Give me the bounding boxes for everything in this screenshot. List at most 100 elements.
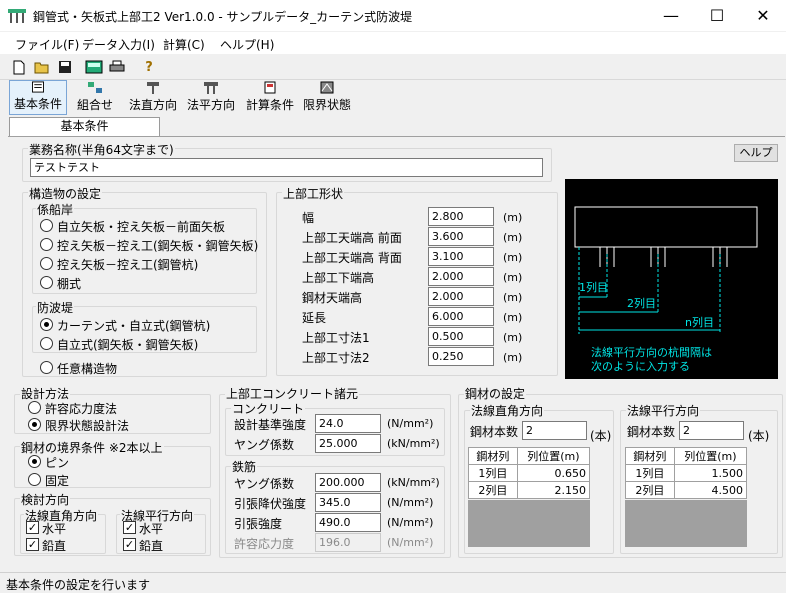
shape-dim1-input[interactable]: 0.500: [428, 327, 494, 346]
table-row[interactable]: 2列目 2.150: [468, 481, 591, 499]
close-button[interactable]: ✕: [740, 0, 786, 31]
table-row[interactable]: 1列目 1.500: [625, 464, 748, 482]
shape-bottom-input[interactable]: 2.000: [428, 267, 494, 286]
basic-conditions-button[interactable]: 基本条件: [9, 80, 67, 115]
shape-dim1-label: 上部工寸法1: [302, 331, 370, 345]
mooring-option-4-radio[interactable]: [40, 276, 53, 289]
pin-radio[interactable]: [28, 455, 41, 468]
standard-toolbar: ?: [0, 55, 786, 80]
window-title: 鋼管式・矢板式上部工2 Ver1.0.0 - サンプルデータ_カーテン式防波堤: [33, 10, 413, 24]
steel-normal-row2-pos[interactable]: 2.150: [516, 481, 591, 499]
save-disk-icon[interactable]: [56, 58, 74, 76]
calc-conditions-icon: [264, 81, 276, 94]
design-strength-input[interactable]: 24.0: [315, 414, 381, 433]
mooring-option-2-radio[interactable]: [40, 238, 53, 251]
parallel-horizontal-checkbox[interactable]: ✓: [123, 521, 136, 534]
yield-strength-label: 引張降伏強度: [234, 497, 307, 511]
shape-length-input[interactable]: 6.000: [428, 307, 494, 326]
help-button[interactable]: ヘルプ: [734, 144, 778, 162]
mooring-option-3-radio[interactable]: [40, 257, 53, 270]
maximize-button[interactable]: ☐: [694, 0, 740, 31]
yield-strength-input[interactable]: 345.0: [315, 493, 381, 512]
close-icon: ✕: [756, 6, 770, 25]
steel-normal-row1-pos[interactable]: 0.650: [516, 464, 591, 482]
pile-spacing-diagram: 1列目 2列目 n列目 法線平行方向の杭間隔は 次のように入力する: [565, 179, 778, 379]
shape-top-front-input[interactable]: 3.600: [428, 227, 494, 246]
shape-width-input[interactable]: 2.800: [428, 207, 494, 226]
menu-bar: ファイル(F) データ入力(I) 計算(C) ヘルプ(H): [0, 32, 786, 54]
boundary-label: 鋼材の境界条件 ※2本以上: [20, 439, 164, 456]
rebar-young-label: ヤング係数: [234, 477, 295, 491]
normal-horizontal-label: 水平: [42, 522, 67, 536]
table-row[interactable]: 1列目 0.650: [468, 464, 591, 482]
tab-basic-conditions[interactable]: 基本条件: [9, 117, 160, 136]
limit-state-button[interactable]: 限界状態: [301, 80, 353, 115]
allowable-stress-field-label: 許容応力度: [234, 537, 295, 551]
steel-parallel-row2-pos[interactable]: 4.500: [673, 481, 748, 499]
other-structure-radio[interactable]: [40, 361, 53, 374]
breakwater-option-1-radio[interactable]: [40, 318, 53, 331]
breakwater-option-2-radio[interactable]: [40, 337, 53, 350]
diagram-label-rown: n列目: [685, 315, 714, 329]
shape-bottom-label: 上部工下端高: [302, 271, 375, 285]
print-icon[interactable]: [108, 58, 126, 76]
open-folder-icon[interactable]: [33, 58, 51, 76]
steel-parallel-count-label: 鋼材本数: [627, 425, 676, 439]
steel-parallel-label: 法線平行方向: [626, 402, 701, 419]
normal-direction-button[interactable]: 法直方向: [127, 80, 179, 115]
shape-dim2-input[interactable]: 0.250: [428, 347, 494, 366]
diagram-drawing: 1列目 2列目 n列目 法線平行方向の杭間隔は 次のように入力する: [574, 206, 758, 373]
limit-state-radio[interactable]: [28, 418, 41, 431]
shape-top-back-input[interactable]: 3.100: [428, 247, 494, 266]
rebar-young-input[interactable]: 200.000: [315, 473, 381, 492]
shape-steel-top-label: 鋼材天端高: [302, 291, 363, 305]
steel-normal-count-unit: (本): [590, 429, 612, 443]
review-label: 検討方向: [20, 491, 71, 508]
combination-button[interactable]: 組合せ: [74, 80, 116, 115]
normal-vertical-label: 鉛直: [42, 539, 67, 553]
steel-parallel-row1-pos[interactable]: 1.500: [673, 464, 748, 482]
mooring-option-1-radio[interactable]: [40, 219, 53, 232]
steel-parallel-col-header: 鋼材列: [625, 447, 675, 465]
parallel-direction-button[interactable]: 法平方向: [185, 80, 237, 115]
shape-bottom-unit: (m): [503, 271, 523, 284]
fixed-radio[interactable]: [28, 473, 41, 486]
shape-steel-top-input[interactable]: 2.000: [428, 287, 494, 306]
limit-state-label: 限界状態設計法: [45, 419, 130, 433]
table-row[interactable]: 2列目 4.500: [625, 481, 748, 499]
new-file-icon[interactable]: [10, 58, 28, 76]
normal-vertical-checkbox[interactable]: ✓: [26, 538, 39, 551]
mooring-option-2: 控え矢板－控え工(鋼矢板・鋼管矢板): [57, 239, 259, 253]
steel-normal-label: 法線直角方向: [470, 402, 545, 419]
calc-conditions-button[interactable]: 計算条件: [244, 80, 296, 115]
menu-file[interactable]: ファイル(F): [15, 36, 79, 53]
concrete-young-input[interactable]: 25.000: [315, 434, 381, 453]
project-label: 業務名称(半角64文字まで): [28, 141, 175, 158]
minimize-button[interactable]: —: [648, 0, 694, 31]
diagram-note-2: 次のように入力する: [591, 359, 690, 373]
normal-horizontal-checkbox[interactable]: ✓: [26, 521, 39, 534]
design-strength-unit: (N/mm²): [387, 417, 434, 430]
menu-help[interactable]: ヘルプ(H): [220, 36, 274, 53]
mooring-label: 係船岸: [36, 201, 75, 218]
parallel-vertical-checkbox[interactable]: ✓: [123, 538, 136, 551]
steel-parallel-count-unit: (本): [748, 429, 770, 443]
project-name-input[interactable]: テストテスト: [30, 158, 543, 177]
menu-data-input[interactable]: データ入力(I): [82, 36, 155, 53]
steel-parallel-count-input[interactable]: 2: [679, 421, 744, 440]
steel-label: 鋼材の設定: [464, 385, 527, 402]
tensile-strength-label: 引張強度: [234, 517, 283, 531]
parallel-vertical-label: 鉛直: [139, 539, 164, 553]
steel-normal-count-input[interactable]: 2: [522, 421, 587, 440]
menu-calc[interactable]: 計算(C): [163, 36, 205, 53]
shape-top-front-unit: (m): [503, 231, 523, 244]
help-question-icon[interactable]: ?: [140, 58, 158, 76]
calc-icon[interactable]: [85, 58, 103, 76]
allowable-stress-radio[interactable]: [28, 401, 41, 414]
title-bar: 鋼管式・矢板式上部工2 Ver1.0.0 - サンプルデータ_カーテン式防波堤 …: [0, 0, 786, 31]
shape-length-unit: (m): [503, 311, 523, 324]
steel-parallel-row2-col: 2列目: [625, 481, 675, 499]
tensile-strength-input[interactable]: 490.0: [315, 513, 381, 532]
steel-parallel-pos-header: 列位置(m): [673, 447, 748, 465]
allowable-stress-unit: (N/mm²): [387, 536, 434, 549]
